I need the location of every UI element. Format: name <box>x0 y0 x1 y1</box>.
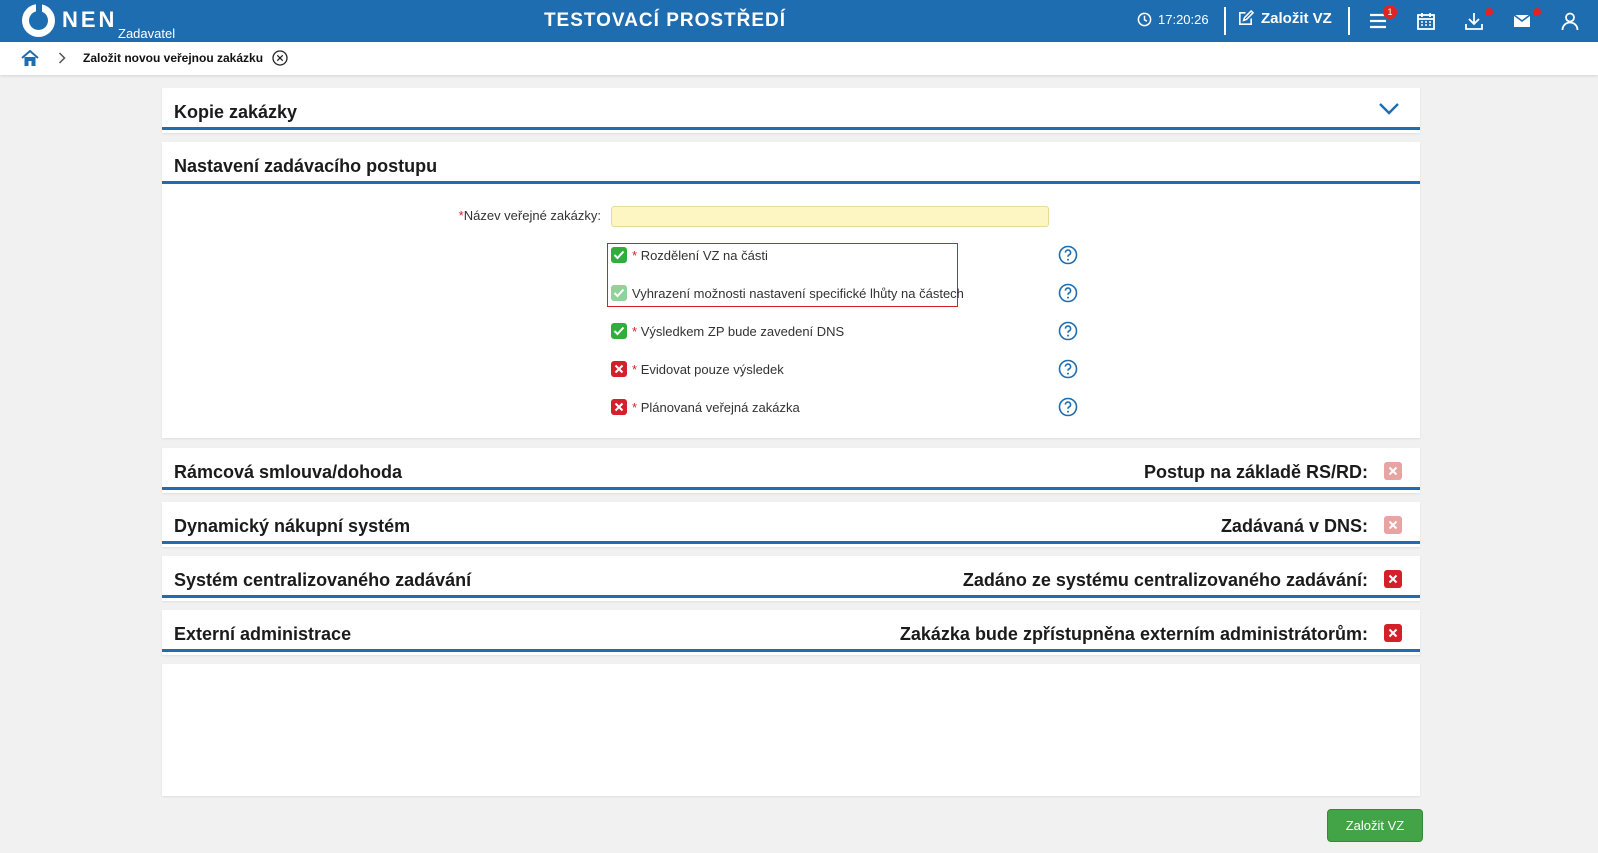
cross-icon[interactable] <box>1384 462 1402 480</box>
chevron-down-icon[interactable] <box>1378 102 1400 116</box>
divider <box>1224 7 1226 35</box>
panel-external-title: Externí administrace <box>174 624 352 644</box>
panel-framework-title: Rámcová smlouva/dohoda <box>174 462 403 482</box>
panel-copy: Kopie zakázky <box>162 88 1420 133</box>
help-icon[interactable] <box>1058 245 1078 265</box>
user-icon[interactable] <box>1559 10 1581 32</box>
cross-icon[interactable] <box>611 361 627 377</box>
clock-time: 17:20:26 <box>1158 12 1209 27</box>
breadcrumb: Založit novou veřejnou zakázku <box>0 42 1598 75</box>
menu-badge: 1 <box>1383 5 1397 19</box>
panel-framework-header: Rámcová smlouva/dohoda Postup na základě… <box>162 448 1420 490</box>
checkbox-label: Výsledkem ZP bude zavedení DNS <box>640 323 845 339</box>
edit-icon <box>1239 10 1254 25</box>
panel-external-right-label: Zakázka bude zpřístupněna externím admin… <box>899 624 1368 644</box>
check-icon[interactable] <box>611 247 627 263</box>
panel-dns-header: Dynamický nákupní systém Zadávaná v DNS: <box>162 502 1420 544</box>
panel-empty <box>162 664 1420 796</box>
panel-copy-header[interactable]: Kopie zakázky <box>162 88 1420 130</box>
name-field-input[interactable] <box>611 206 1049 227</box>
checkbox-row-parts[interactable]: * Rozdělení VZ na části <box>611 247 768 263</box>
close-tab-icon[interactable] <box>272 50 288 66</box>
checkbox-label: Rozdělení VZ na části <box>640 247 768 263</box>
panel-central-right-label: Zadáno ze systému centralizovaného zadáv… <box>962 570 1368 590</box>
checkbox-row-planned[interactable]: * Plánovaná veřejná zakázka <box>611 399 800 415</box>
breadcrumb-current[interactable]: Založit novou veřejnou zakázku <box>83 51 263 65</box>
create-vz-label: Založit VZ <box>1261 10 1332 27</box>
cross-icon[interactable] <box>1384 516 1402 534</box>
checkbox-label: Vyhrazení možnosti nastavení specifické … <box>632 285 964 301</box>
panel-central-title: Systém centralizovaného zadávání <box>174 570 472 590</box>
checkbox-label: Evidovat pouze výsledek <box>640 361 784 377</box>
calendar-icon[interactable] <box>1415 10 1437 32</box>
cross-icon[interactable] <box>1384 570 1402 588</box>
cross-icon[interactable] <box>1384 624 1402 642</box>
mail-icon[interactable] <box>1511 10 1533 32</box>
cross-icon[interactable] <box>611 399 627 415</box>
help-icon[interactable] <box>1058 321 1078 341</box>
divider <box>1348 7 1350 35</box>
download-icon[interactable] <box>1463 10 1485 32</box>
panel-framework-right-label: Postup na základě RS/RD: <box>1143 462 1368 482</box>
clock-icon <box>1137 12 1152 27</box>
check-icon[interactable] <box>611 323 627 339</box>
panel-framework: Rámcová smlouva/dohoda Postup na základě… <box>162 448 1420 493</box>
panel-dns: Dynamický nákupní systém Zadávaná v DNS: <box>162 502 1420 547</box>
check-icon[interactable] <box>611 285 627 301</box>
mail-badge-dot <box>1533 8 1541 16</box>
create-vz-link[interactable]: Založit VZ <box>1237 10 1332 27</box>
panel-settings-header: Nastavení zadávacího postupu <box>162 142 1420 184</box>
home-icon[interactable] <box>21 50 39 67</box>
help-icon[interactable] <box>1058 397 1078 417</box>
name-field-label: *Název veřejné zakázky: <box>458 208 601 223</box>
checkbox-label: Plánovaná veřejná zakázka <box>640 399 800 415</box>
create-vz-button[interactable]: Založit VZ <box>1327 809 1423 842</box>
panel-central: Systém centralizovaného zadávání Zadáno … <box>162 556 1420 601</box>
panel-dns-title: Dynamický nákupní systém <box>174 516 411 536</box>
panel-external: Externí administrace Zakázka bude zpříst… <box>162 610 1420 655</box>
panel-copy-title: Kopie zakázky <box>174 102 298 122</box>
checkbox-row-specific-deadline[interactable]: Vyhrazení možnosti nastavení specifické … <box>611 285 964 301</box>
chevron-right-icon <box>58 52 66 64</box>
help-icon[interactable] <box>1058 359 1078 379</box>
checkbox-row-dns[interactable]: * Výsledkem ZP bude zavedení DNS <box>611 323 844 339</box>
panel-settings-title: Nastavení zadávacího postupu <box>174 156 438 176</box>
top-bar: NEN Zadavatel TESTOVACÍ PROSTŘEDÍ 17:20:… <box>0 0 1598 42</box>
download-badge-dot <box>1485 8 1493 16</box>
panel-external-header: Externí administrace Zakázka bude zpříst… <box>162 610 1420 652</box>
panel-dns-right-label: Zadávaná v DNS: <box>1220 516 1368 536</box>
session-clock: 17:20:26 <box>1137 12 1209 27</box>
help-icon[interactable] <box>1058 283 1078 303</box>
panel-central-header: Systém centralizovaného zadávání Zadáno … <box>162 556 1420 598</box>
checkbox-row-result-only[interactable]: * Evidovat pouze výsledek <box>611 361 784 377</box>
environment-title: TESTOVACÍ PROSTŘEDÍ <box>543 10 787 31</box>
